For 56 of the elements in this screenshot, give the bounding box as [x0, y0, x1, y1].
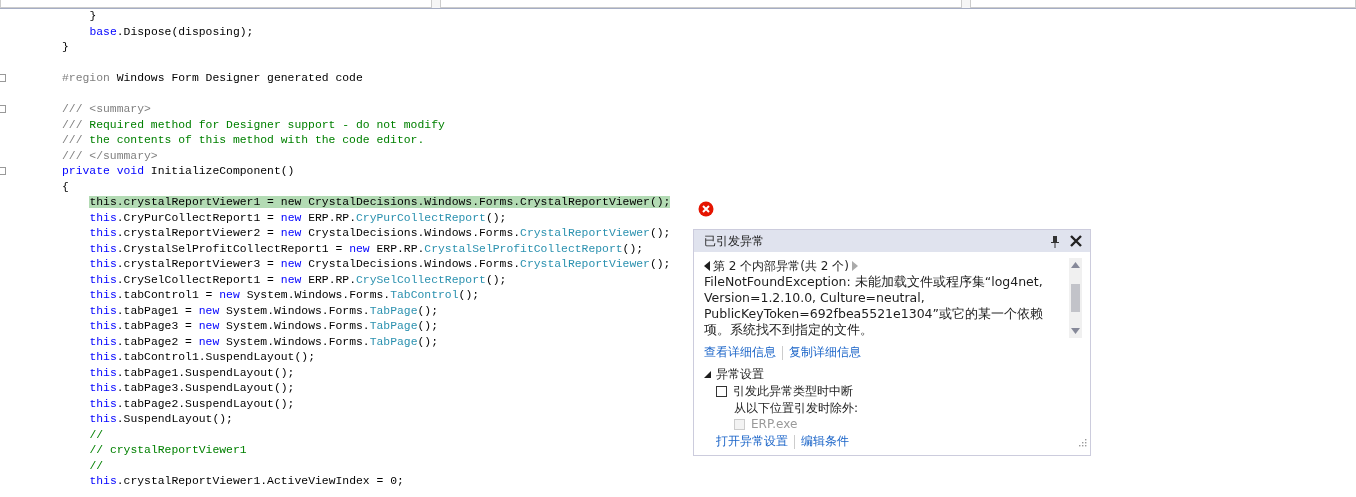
error-icon: [698, 201, 714, 217]
collapse-icon[interactable]: [0, 74, 6, 82]
code-line: this.tabPage2.SuspendLayout();: [89, 397, 295, 410]
checkbox[interactable]: [716, 386, 727, 397]
scroll-up-icon[interactable]: [1071, 262, 1080, 268]
details-link[interactable]: 复制详细信息: [789, 344, 861, 361]
inner-exception-counter: 第 2 个内部异常(共 2 个): [713, 258, 849, 274]
code-line: this.tabPage1.SuspendLayout();: [89, 366, 295, 379]
code-line: #region Windows Form Designer generated code: [62, 72, 363, 84]
code-line: /// Required method for Designer support - do not modify: [62, 118, 445, 131]
previous-icon[interactable]: [704, 261, 710, 271]
code-line: this.tabPage3.SuspendLayout();: [89, 382, 295, 394]
resize-grip-icon[interactable]: [1078, 438, 1087, 447]
navigation-dropdown[interactable]: [970, 0, 1356, 8]
navigation-dropdown[interactable]: [440, 0, 962, 8]
code-line: this.CryPurCollectReport1 = new ERP.RP.CryPurCollectReport();: [89, 211, 507, 224]
code-line: /// </summary>: [62, 149, 158, 162]
code-line: this.tabPage3 = new System.Windows.Forms.TabPage();: [89, 320, 439, 332]
code-line: this.SuspendLayout();: [89, 413, 233, 425]
navigation-dropdown[interactable]: [0, 0, 432, 8]
expander-icon[interactable]: [704, 371, 711, 378]
code-line: // crystalReportViewer1: [89, 444, 247, 456]
code-line: this.tabControl1 = new System.Windows.Forms.TabControl();: [89, 289, 480, 301]
code-line: /// <summary>: [62, 103, 151, 115]
popup-title: 已引发异常: [704, 232, 765, 250]
code-line: this.tabPage2 = new System.Windows.Forms.TabPage();: [89, 335, 439, 348]
checkbox-label: 引发此异常类型时中断: [733, 383, 853, 400]
code-line: this.crystalReportViewer2 = new CrystalDecisions.Windows.Forms.CrystalReportViewer();: [89, 227, 671, 239]
settings-link[interactable]: 打开异常设置: [716, 433, 788, 450]
code-line: //: [89, 428, 104, 441]
code-line: }: [62, 41, 69, 53]
exception-message: FileNotFoundException: 未能加载文件或程序集“log4net, Version=1.2.10.0, Culture=neutral, PublicKeyToken=692fbea5521e1304”或它的某一个依赖项。系统找不到指定的文件。: [704, 274, 1045, 338]
checkbox-label: ERP.exe: [751, 416, 798, 433]
close-icon[interactable]: [1070, 235, 1082, 247]
settings-link[interactable]: 编辑条件: [801, 433, 849, 450]
scroll-down-icon[interactable]: [1071, 328, 1080, 334]
collapse-icon[interactable]: [0, 105, 6, 113]
code-line: private void InitializeComponent(): [62, 165, 295, 177]
code-line: base.Dispose(disposing);: [89, 25, 254, 38]
code-line: }: [89, 10, 97, 22]
code-line: this.tabControl1.SuspendLayout();: [89, 351, 315, 363]
code-line: this.CrystalSelProfitCollectReport1 = new ERP.RP.CrystalSelProfitCollectReport();: [89, 242, 644, 255]
pin-icon[interactable]: [1050, 234, 1060, 248]
next-icon[interactable]: [851, 261, 858, 271]
collapse-icon[interactable]: [0, 167, 6, 175]
code-line: this.tabPage1 = new System.Windows.Forms.TabPage();: [89, 304, 439, 317]
scrollbar[interactable]: [1069, 258, 1082, 338]
code-line: /// the contents of this method with the code editor.: [62, 134, 425, 146]
code-line: this.CrySelCollectReport1 = new ERP.RP.CrySelCollectReport();: [89, 273, 507, 286]
code-line: this.crystalReportViewer1.ActiveViewIndex = 0;: [89, 475, 404, 487]
settings-title: 异常设置: [716, 366, 764, 383]
code-line: //: [89, 459, 104, 472]
code-line: this.crystalReportViewer3 = new CrystalDecisions.Windows.Forms.CrystalReportViewer();: [89, 258, 671, 270]
details-link[interactable]: 查看详细信息: [704, 344, 776, 361]
exception-hint: 从以下位置引发时除外:: [733, 400, 860, 416]
code-line: {: [62, 180, 69, 193]
